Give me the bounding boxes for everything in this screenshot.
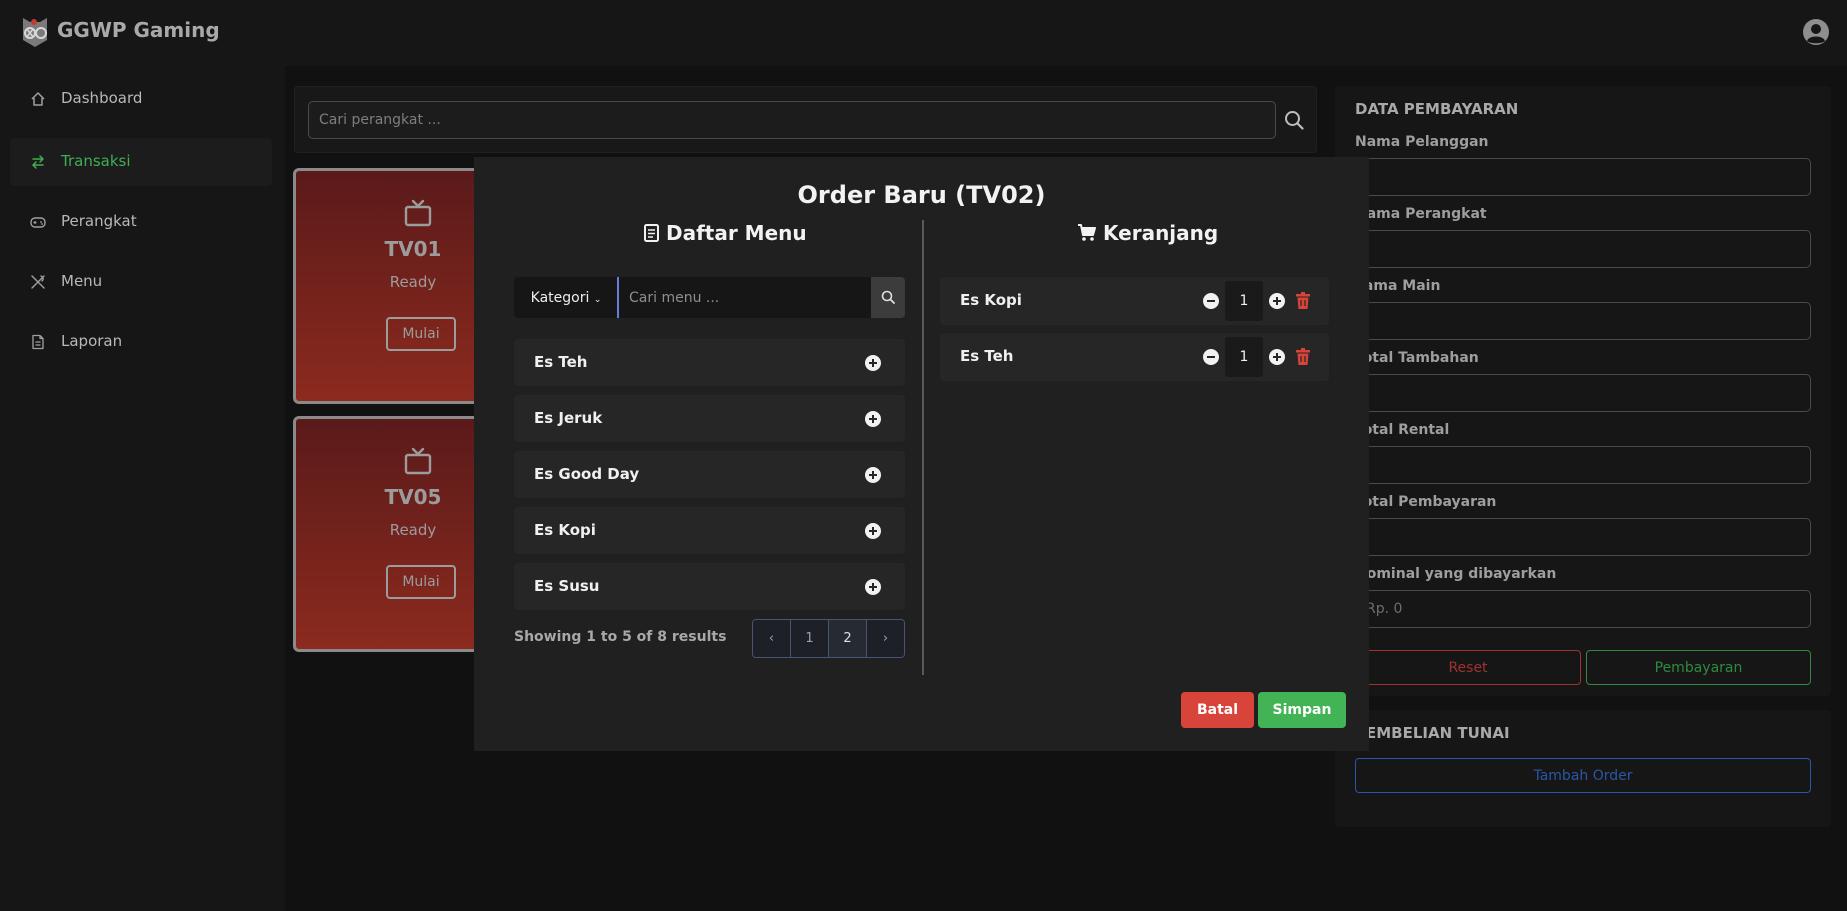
modal-title: Order Baru (TV02) [797, 181, 1046, 209]
category-dropdown-label: Kategori [530, 289, 590, 306]
start-button[interactable]: Mulai [386, 317, 456, 351]
transfer-arrows-icon [30, 154, 46, 170]
add-circle-icon[interactable] [865, 411, 881, 427]
rental-total-label: Total Rental [1355, 422, 1450, 438]
sidebar-item-label: Perangkat [61, 212, 137, 230]
menu-item-name: Es Good Day [534, 465, 640, 483]
trash-icon[interactable] [1296, 348, 1310, 365]
sidebar-item-laporan[interactable]: Laporan [10, 318, 272, 366]
save-button[interactable]: Simpan [1258, 692, 1346, 728]
menu-item[interactable]: Es Good Day [514, 451, 905, 498]
reset-button[interactable]: Reset [1355, 650, 1581, 685]
sidebar-item-perangkat[interactable]: Perangkat [10, 198, 272, 246]
menu-item[interactable]: Es Kopi [514, 507, 905, 554]
document-icon [30, 334, 46, 350]
minus-circle-icon[interactable] [1203, 293, 1219, 309]
sidebar-item-transaksi[interactable]: Transaksi [10, 138, 272, 186]
cart-heading: Keranjang [1077, 221, 1218, 245]
menu-item-name: Es Kopi [534, 521, 596, 539]
results-summary: Showing 1 to 5 of 8 results [514, 629, 727, 645]
pagination-page-1[interactable]: 1 [791, 620, 829, 657]
cart-title: Keranjang [1103, 221, 1219, 245]
amount-paid-field[interactable] [1355, 590, 1811, 628]
category-dropdown[interactable]: Kategori ⌄ [514, 277, 618, 318]
sidebar-item-dashboard[interactable]: Dashboard [10, 75, 272, 123]
top-header: GGWP Gaming [0, 0, 1847, 66]
menu-list-icon [644, 224, 659, 242]
start-button[interactable]: Mulai [386, 565, 456, 599]
pagination: ‹ 1 2 › [752, 619, 905, 658]
trash-icon[interactable] [1296, 292, 1310, 309]
cart-item-name: Es Teh [960, 347, 1014, 365]
payment-total-field[interactable] [1355, 518, 1811, 556]
payment-total-label: Total Pembayaran [1355, 494, 1497, 510]
extra-total-field[interactable] [1355, 374, 1811, 412]
menu-list-title: Daftar Menu [666, 221, 807, 245]
logo-icon [20, 16, 50, 48]
menu-item-name: Es Jeruk [534, 409, 603, 427]
customer-name-label: Nama Pelanggan [1355, 134, 1489, 150]
search-icon[interactable] [1284, 110, 1304, 130]
pagination-next-button[interactable]: › [867, 620, 904, 657]
device-name-label: Nama Perangkat [1355, 206, 1487, 222]
customer-name-field[interactable] [1355, 158, 1811, 196]
amount-paid-label: Nominal yang dibayarkan [1355, 566, 1557, 582]
brand-name: GGWP Gaming [57, 18, 220, 42]
add-circle-icon[interactable] [865, 579, 881, 595]
pay-button[interactable]: Pembayaran [1586, 650, 1811, 685]
add-order-button[interactable]: Tambah Order [1355, 758, 1811, 793]
gamepad-icon [30, 214, 46, 230]
utensils-icon [30, 274, 46, 290]
chevron-down-icon: ⌄ [593, 294, 602, 305]
pagination-prev-button[interactable]: ‹ [753, 620, 791, 657]
menu-item[interactable]: Es Jeruk [514, 395, 905, 442]
add-circle-icon[interactable] [865, 355, 881, 371]
menu-item-name: Es Susu [534, 577, 600, 595]
menu-item-name: Es Teh [534, 353, 588, 371]
column-divider [922, 220, 924, 675]
device-search-input[interactable] [308, 101, 1276, 139]
play-duration-field[interactable] [1355, 302, 1811, 340]
payment-panel-title: DATA PEMBAYARAN [1355, 100, 1519, 118]
sidebar-item-menu[interactable]: Menu [10, 258, 272, 306]
sidebar: Dashboard Transaksi Perangkat Menu Lapor… [0, 66, 285, 911]
cart-item: Es Teh 1 [940, 333, 1329, 381]
tv-icon [404, 447, 432, 475]
user-account-icon[interactable] [1802, 18, 1830, 46]
sidebar-item-label: Transaksi [61, 152, 131, 170]
sidebar-item-label: Menu [61, 272, 103, 290]
pagination-page-2[interactable]: 2 [829, 620, 867, 657]
cart-item-name: Es Kopi [960, 291, 1022, 309]
device-name-field[interactable] [1355, 230, 1811, 268]
home-icon [30, 91, 46, 107]
minus-circle-icon[interactable] [1203, 349, 1219, 365]
menu-item[interactable]: Es Susu [514, 563, 905, 610]
shopping-cart-icon [1077, 224, 1096, 242]
rental-total-field[interactable] [1355, 446, 1811, 484]
cart-item: Es Kopi 1 [940, 277, 1329, 325]
plus-circle-icon[interactable] [1269, 349, 1285, 365]
quantity-field[interactable]: 1 [1225, 337, 1263, 377]
menu-item[interactable]: Es Teh [514, 339, 905, 386]
sidebar-item-label: Dashboard [61, 89, 143, 107]
cash-purchase-title: PEMBELIAN TUNAI [1355, 724, 1510, 742]
quantity-field[interactable]: 1 [1225, 281, 1263, 321]
add-circle-icon[interactable] [865, 467, 881, 483]
menu-list-heading: Daftar Menu [644, 221, 807, 245]
extra-total-label: Total Tambahan [1355, 350, 1479, 366]
sidebar-item-label: Laporan [61, 332, 123, 350]
new-order-modal: Order Baru (TV02) Daftar Menu Keranjang … [474, 157, 1369, 751]
menu-search-button[interactable] [871, 277, 905, 318]
plus-circle-icon[interactable] [1269, 293, 1285, 309]
menu-search-input[interactable] [617, 277, 872, 318]
tv-icon [404, 199, 432, 227]
add-circle-icon[interactable] [865, 523, 881, 539]
cancel-button[interactable]: Batal [1181, 692, 1254, 728]
